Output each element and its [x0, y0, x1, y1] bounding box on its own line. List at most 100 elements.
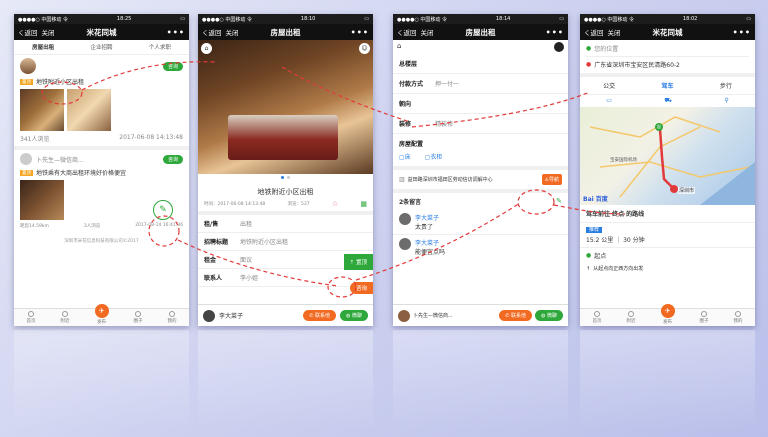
contact-bar: 李大菜子 ✆ 联系他 ◍ 微聊 — [198, 304, 373, 326]
origin-input[interactable]: ● 您的位置 — [586, 44, 749, 57]
view-count: 341人浏览 — [20, 136, 50, 143]
route-step: ● 起点 — [580, 248, 755, 263]
destination-input[interactable]: ● 广东省深圳市宝安区民清路60-2 — [586, 57, 749, 69]
user-icon — [169, 311, 175, 317]
route-option[interactable]: 推荐 15.2 公里 ｜ 30 分钟 — [580, 223, 755, 248]
wechat-button[interactable]: ◍ 微聊 — [340, 310, 368, 321]
tab-walk[interactable]: 步行 — [720, 81, 732, 90]
status-bar: ●●●●○ 中国移动 令 18:10 ▭ — [198, 14, 373, 24]
home-icon[interactable]: ⌂ — [201, 43, 212, 54]
tab-label: 首页 — [26, 319, 36, 324]
tab-label: 发布 — [97, 320, 106, 325]
field-value: 出租 — [240, 221, 253, 228]
close-button[interactable]: 关闭 — [608, 27, 621, 37]
tab-drive[interactable]: 驾车 — [661, 81, 673, 90]
publish-icon: ✈ — [660, 304, 675, 318]
building-icon: ▥ — [399, 176, 405, 183]
field-label: 朝向 — [399, 101, 412, 108]
back-button[interactable]: く返回 — [397, 27, 417, 37]
consult-button[interactable]: 咨询 — [162, 154, 183, 164]
consult-button[interactable]: 咨询 — [349, 282, 373, 294]
tab-home[interactable]: 首页 — [593, 311, 602, 324]
post-photo[interactable] — [20, 180, 64, 220]
tab-rent[interactable]: 房屋出租 — [32, 43, 54, 51]
route-map-graphic — [589, 116, 755, 205]
home-icon[interactable]: ⌂ — [397, 42, 401, 52]
top-button[interactable]: ⇡ 置顶 — [343, 254, 373, 270]
navigate-button[interactable]: ♙导航 — [541, 174, 562, 185]
footer-copyright: 深圳市米花信息科技有限公司©2017 — [64, 239, 139, 244]
status-bar: ●●●●○ 中国移动 令 18:25 ▭ — [14, 14, 189, 24]
publish-icon: ✈ — [94, 304, 109, 318]
more-icon[interactable]: ••• — [546, 28, 564, 37]
post-card[interactable]: 咨询 置顶 地铁附近小区出租 341人浏览 2017-06-08 14:13:4… — [14, 55, 189, 146]
call-button[interactable]: ✆ 联系他 — [303, 310, 337, 321]
car-icon[interactable]: ⛟ — [664, 97, 672, 105]
tab-mine[interactable]: 我的 — [168, 311, 177, 324]
bed-graphic — [228, 115, 338, 160]
avatar — [399, 213, 411, 225]
close-button[interactable]: 关闭 — [421, 27, 434, 37]
call-button[interactable]: ✆ 联系他 — [499, 310, 533, 321]
back-button[interactable]: く返回 — [18, 27, 38, 37]
back-button[interactable]: く返回 — [202, 27, 222, 37]
user-icon[interactable]: ☺ — [359, 43, 370, 54]
bottom-tab-bar: 首页 附近 ✈ 发布 圈子 我的 — [580, 304, 755, 326]
wechat-button[interactable]: ◍ 微聊 — [535, 310, 563, 321]
page-title: 米花同城 — [652, 27, 683, 37]
arrow-up-icon: ↑ — [586, 265, 591, 272]
close-button[interactable]: 关闭 — [42, 27, 55, 37]
tab-nearby[interactable]: 附近 — [627, 311, 636, 324]
route-map[interactable]: 起 深圳市 宝安国际机场 Bai 百度 — [580, 107, 755, 205]
field-value: 面议 — [240, 257, 253, 264]
page-title: 房屋出租 — [270, 27, 301, 37]
tab-jobs[interactable]: 企业招聘 — [90, 43, 112, 51]
tab-circle[interactable]: 圈子 — [134, 311, 143, 324]
field-label: 装修 — [399, 121, 412, 128]
edit-icon[interactable]: ✎ — [556, 197, 562, 206]
tab-label: 附近 — [626, 319, 636, 324]
tab-home[interactable]: 首页 — [27, 311, 36, 324]
tab-publish[interactable]: ✈ 发布 — [660, 304, 675, 325]
walk-icon[interactable]: ⚲ — [724, 97, 728, 105]
more-icon[interactable]: ••• — [351, 28, 369, 37]
post-card[interactable]: 卜先生—微信商... 咨询 置顶 地铁乘有大商出租环境好价格便宜 ✎ 距您14.… — [14, 146, 189, 232]
bus-icon[interactable]: ▭ — [606, 97, 612, 105]
post-photo[interactable] — [67, 89, 111, 131]
tab-circle[interactable]: 圈子 — [700, 311, 709, 324]
map-place-label: 宝安国际机场 — [610, 158, 637, 163]
phone-screen-detail: ●●●●○ 中国移动 令 18:10 ▭ く返回 关闭 房屋出租 ••• ⌂ ☺… — [198, 14, 373, 326]
user-icon[interactable] — [554, 42, 564, 52]
qrcode-icon[interactable]: ▦ — [360, 200, 367, 208]
field-row: 租/售 出租 — [198, 215, 373, 233]
tab-bus[interactable]: 公交 — [603, 81, 615, 90]
start-dot-icon: ● — [586, 252, 592, 259]
field-row: 联系人 李小姐 — [198, 269, 373, 287]
config-label: 床 — [404, 154, 411, 161]
dot — [287, 176, 290, 179]
back-button[interactable]: く返回 — [584, 27, 604, 37]
tab-nearby[interactable]: 附近 — [61, 311, 70, 324]
mode-tabs: 公交 驾车 步行 — [580, 73, 755, 95]
more-icon[interactable]: ••• — [167, 28, 185, 37]
edit-icon[interactable]: ✎ — [153, 200, 173, 220]
more-icon[interactable]: ••• — [733, 28, 751, 37]
post-date: 2017-08-14 16:41:36 — [135, 223, 183, 228]
phone-reflection — [198, 330, 373, 430]
battery-icon: ▭ — [180, 16, 185, 22]
tab-seek[interactable]: 个人求职 — [149, 43, 171, 51]
comment-item: 李大菜子 太贵了 — [393, 210, 568, 235]
carousel-dots — [198, 174, 373, 181]
start-label: 起点 — [594, 253, 607, 260]
tab-publish[interactable]: ✈ 发布 — [94, 304, 109, 325]
consult-button[interactable]: 咨询 — [162, 61, 183, 71]
star-icon[interactable]: ☆ — [332, 200, 338, 208]
tab-mine[interactable]: 我的 — [734, 311, 743, 324]
comment-user: 李大菜子 — [415, 215, 440, 222]
end-marker-icon — [670, 185, 678, 193]
dot — [281, 176, 284, 179]
post-photo[interactable] — [20, 89, 64, 131]
close-button[interactable]: 关闭 — [226, 27, 239, 37]
listing-photo[interactable]: ⌂ ☺ — [198, 40, 373, 174]
carrier-text: ●●●●○ 中国移动 令 — [397, 16, 447, 23]
